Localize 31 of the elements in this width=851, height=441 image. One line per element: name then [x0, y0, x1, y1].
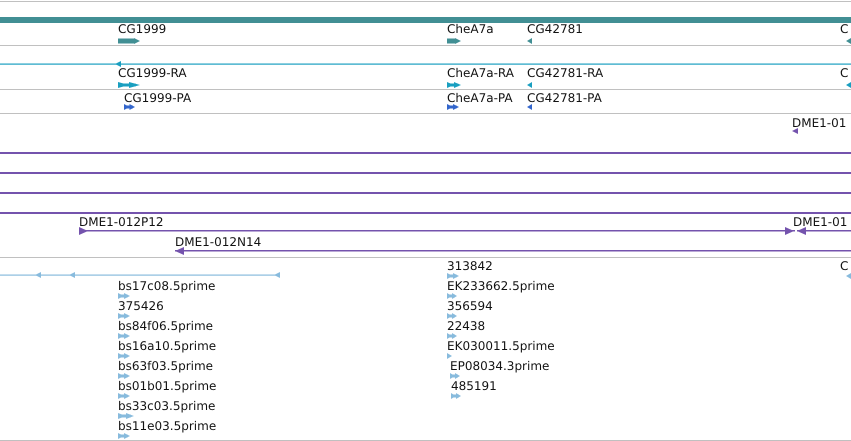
feature-label: CheA7a-PA: [447, 91, 513, 105]
feature-label: bs84f06.5prime: [118, 319, 214, 333]
feature-label: DME1-01: [792, 116, 846, 130]
feature-label: EP08034.3prime: [450, 359, 550, 373]
feature-label: bs33c03.5prime: [118, 399, 216, 413]
feature-label: 375426: [118, 299, 164, 313]
feature-label: CG1999: [118, 22, 166, 36]
feature-label: 356594: [447, 299, 493, 313]
feature-label: CheA7a-RA: [447, 66, 514, 80]
feature-label: C: [840, 22, 848, 36]
feature-label: bs01b01.5prime: [118, 379, 216, 393]
feature-label: bs11e03.5prime: [118, 419, 216, 433]
feature-label: bs16a10.5prime: [118, 339, 216, 353]
feature-label: 313842: [447, 259, 493, 273]
feature-label: 485191: [451, 379, 497, 393]
feature-label: EK030011.5prime: [447, 339, 555, 353]
feature-label: DME1-01: [793, 215, 848, 229]
feature-label: DME1-012N14: [175, 235, 262, 249]
feature-label: DME1-012P12: [79, 215, 164, 229]
feature-label: CG42781-PA: [527, 91, 602, 105]
feature-label: C: [840, 259, 848, 273]
feature-label: 22438: [447, 319, 486, 333]
feature-label: bs63f03.5prime: [118, 359, 214, 373]
feature-label: CG42781: [527, 22, 583, 36]
feature-label: bs17c08.5prime: [118, 279, 216, 293]
feature-label: CG42781-RA: [527, 66, 604, 80]
feature-label: EK233662.5prime: [447, 279, 555, 293]
feature-label: CG1999-RA: [118, 66, 187, 80]
feature-label: C: [840, 66, 848, 80]
feature-label: CheA7a: [447, 22, 494, 36]
feature-label: CG1999-PA: [124, 91, 192, 105]
